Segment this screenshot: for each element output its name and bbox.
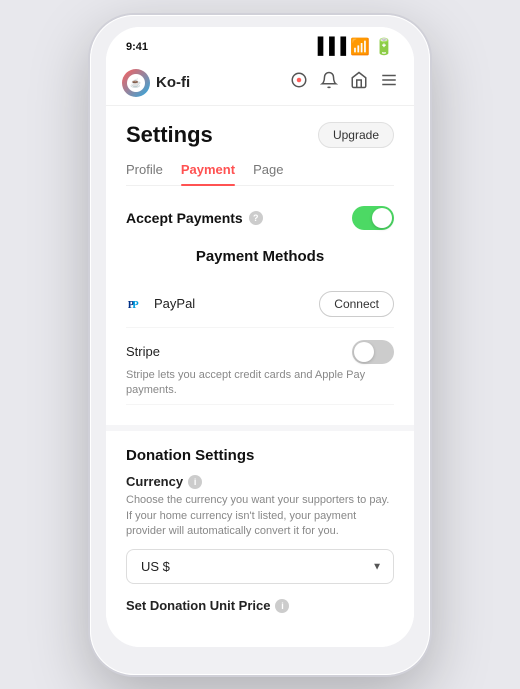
battery-icon: 🔋 — [374, 37, 394, 57]
accept-payments-toggle[interactable] — [352, 206, 394, 230]
donation-unit-help-icon[interactable]: i — [275, 599, 289, 613]
stripe-toggle-knob — [354, 342, 374, 362]
settings-title: Settings — [126, 122, 213, 148]
phone-frame: 9:41 ▐▐▐ 📶 🔋 ☕ Ko-fi — [90, 15, 430, 675]
nav-bar: ☕ Ko-fi — [106, 63, 414, 106]
signal-icon: ▐▐▐ — [312, 38, 346, 56]
donation-unit-price-label: Set Donation Unit Price — [126, 598, 270, 613]
status-time: 9:41 — [126, 41, 148, 53]
paypal-row: P P PayPal Connect — [126, 281, 394, 328]
paypal-icon: P P — [126, 294, 146, 314]
currency-description: Choose the currency you want your suppor… — [126, 493, 394, 539]
stripe-header: Stripe — [126, 340, 394, 364]
logo-icon: ☕ — [122, 69, 150, 97]
currency-help-icon[interactable]: i — [188, 475, 202, 489]
stripe-description: Stripe lets you accept credit cards and … — [126, 368, 394, 399]
wifi-icon: 📶 — [350, 37, 370, 57]
paypal-left: P P PayPal — [126, 294, 195, 314]
currency-label-row: Currency i — [126, 474, 394, 489]
donation-settings-title: Donation Settings — [126, 447, 394, 464]
toggle-knob — [372, 208, 392, 228]
app-logo[interactable]: ☕ Ko-fi — [122, 69, 190, 97]
main-content: Settings Upgrade Profile Payment Page Ac… — [106, 106, 414, 647]
svg-text:P: P — [132, 299, 139, 310]
accept-payments-left: Accept Payments ? — [126, 210, 263, 226]
nav-icons — [290, 71, 398, 94]
upgrade-button[interactable]: Upgrade — [318, 122, 394, 148]
tab-profile[interactable]: Profile — [126, 162, 163, 185]
accept-payments-help-icon[interactable]: ? — [249, 211, 263, 225]
phone-screen: 9:41 ▐▐▐ 📶 🔋 ☕ Ko-fi — [106, 27, 414, 647]
accept-payments-row: Accept Payments ? — [126, 206, 394, 230]
bell-icon[interactable] — [320, 71, 338, 94]
paypal-connect-button[interactable]: Connect — [319, 291, 394, 317]
menu-icon[interactable] — [380, 71, 398, 94]
status-icons: ▐▐▐ 📶 🔋 — [312, 37, 394, 57]
stripe-toggle[interactable] — [352, 340, 394, 364]
settings-header: Settings Upgrade — [126, 122, 394, 148]
status-bar: 9:41 ▐▐▐ 📶 🔋 — [106, 27, 414, 63]
currency-select[interactable]: US $ EUR € GBP £ AUD $ CAD $ — [126, 549, 394, 584]
donation-unit-label-row: Set Donation Unit Price i — [126, 598, 394, 613]
tab-payment[interactable]: Payment — [181, 162, 235, 185]
accept-payments-label: Accept Payments — [126, 210, 243, 226]
donation-settings: Donation Settings Currency i Choose the … — [106, 425, 414, 613]
compass-icon[interactable] — [290, 71, 308, 94]
payment-methods-title: Payment Methods — [126, 248, 394, 265]
currency-label: Currency — [126, 474, 183, 489]
currency-select-wrapper[interactable]: US $ EUR € GBP £ AUD $ CAD $ ▼ — [126, 549, 394, 584]
paypal-name: PayPal — [154, 296, 195, 311]
tab-page[interactable]: Page — [253, 162, 283, 185]
stripe-row: Stripe Stripe lets you accept credit car… — [126, 328, 394, 406]
home-icon[interactable] — [350, 71, 368, 94]
svg-text:☕: ☕ — [130, 77, 141, 88]
stripe-name: Stripe — [126, 344, 160, 359]
settings-tabs: Profile Payment Page — [126, 162, 394, 186]
app-name: Ko-fi — [156, 74, 190, 91]
